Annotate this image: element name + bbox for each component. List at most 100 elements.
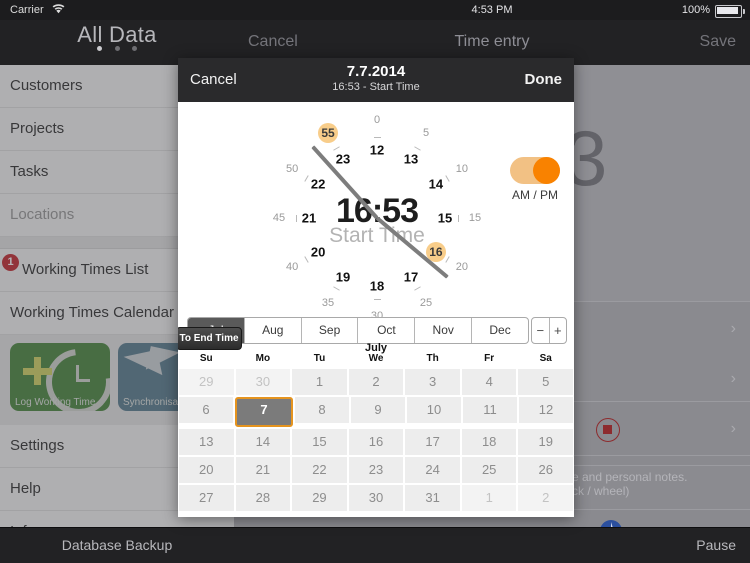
modal-subtitle: 16:53 - Start Time: [332, 81, 420, 93]
stepper-plus-button[interactable]: +: [550, 318, 567, 343]
clock-hour-14[interactable]: 14: [429, 177, 443, 192]
month-tab-sep[interactable]: Sep: [302, 318, 359, 343]
clock-minute-15[interactable]: 15: [469, 212, 481, 224]
clock-tick: [373, 137, 381, 138]
page-dot-3[interactable]: [131, 46, 137, 51]
calendar-day[interactable]: 11: [463, 397, 517, 423]
ampm-toggle-wrap: AM / PM: [510, 157, 560, 202]
wifi-icon: [52, 4, 65, 14]
calendar-day[interactable]: 4: [461, 369, 517, 395]
weekday-header-mo: Mo: [255, 353, 271, 364]
clock-hour-17[interactable]: 17: [404, 269, 418, 284]
calendar-day[interactable]: 30: [235, 369, 291, 395]
calendar-day[interactable]: 14: [235, 429, 291, 455]
calendar-day[interactable]: 12: [519, 397, 573, 423]
calendar-day[interactable]: 20: [179, 457, 234, 483]
calendar-day[interactable]: 30: [348, 485, 404, 511]
calendar-day[interactable]: 19: [518, 429, 574, 455]
calendar-day[interactable]: 17: [405, 429, 460, 455]
clock-hour-19[interactable]: 19: [336, 269, 350, 284]
page-dot-1[interactable]: [97, 46, 103, 51]
calendar-day[interactable]: 6: [179, 397, 233, 423]
database-backup-button[interactable]: Database Backup: [0, 537, 234, 553]
clock-minute-0[interactable]: 0: [374, 114, 380, 126]
stop-recording-icon[interactable]: [596, 418, 620, 442]
weekday-header-tu: Tu: [313, 353, 326, 364]
calendar-day[interactable]: 26: [518, 457, 574, 483]
calendar-week-row: 27 28 29 30 31 1 2: [178, 484, 574, 512]
clock-minute-55[interactable]: 55: [318, 123, 338, 144]
clock-face[interactable]: 16:53 Start Time 0 5 10 15 20 25 30 35 40 45 50 55 1…: [266, 106, 488, 330]
clock-tick: [304, 174, 310, 182]
calendar-day[interactable]: 24: [405, 457, 460, 483]
clock-hour-22[interactable]: 22: [311, 177, 325, 192]
clock-hour-12[interactable]: 12: [370, 143, 384, 158]
calendar-day[interactable]: 28: [235, 485, 291, 511]
calendar-day[interactable]: 15: [292, 429, 347, 455]
main-bottom-bar: Pause: [234, 527, 750, 563]
calendar-day[interactable]: 1: [461, 485, 517, 511]
year-stepper[interactable]: − +: [531, 317, 567, 344]
clock-hour-15[interactable]: 15: [438, 211, 452, 226]
calendar-day[interactable]: 18: [461, 429, 517, 455]
clock-minute-25[interactable]: 25: [420, 297, 432, 309]
to-end-time-button[interactable]: To End Time: [178, 327, 242, 350]
calendar-day[interactable]: 21: [235, 457, 291, 483]
clock-hour-20[interactable]: 20: [311, 245, 325, 260]
modal-date-title: 7.7.2014: [346, 63, 406, 80]
month-tab-oct[interactable]: Oct: [358, 318, 416, 343]
sidebar-item-label: Tasks: [10, 163, 49, 180]
page-dot-2[interactable]: [114, 46, 120, 51]
save-button[interactable]: Save: [700, 33, 736, 51]
clock-picker[interactable]: AM / PM 16:53 Start Time 0 5 10 15 20 25 30 35 4…: [178, 102, 574, 352]
calendar-day[interactable]: 2: [348, 369, 404, 395]
month-tab-aug[interactable]: Aug: [245, 318, 302, 343]
clock-minute-35[interactable]: 35: [322, 297, 334, 309]
calendar-day[interactable]: 5: [518, 369, 574, 395]
clock-hour-18[interactable]: 18: [370, 279, 384, 294]
calendar-day[interactable]: 1: [292, 369, 347, 395]
clock-minute-5[interactable]: 5: [423, 127, 429, 139]
clock-minute-20[interactable]: 20: [456, 261, 468, 273]
calendar-day[interactable]: 22: [292, 457, 347, 483]
calendar-day[interactable]: 27: [179, 485, 234, 511]
page-dots[interactable]: [0, 38, 234, 56]
sidebar-item-label: Projects: [10, 120, 65, 137]
calendar-body[interactable]: 29 30 1 2 3 4 5 6 7 8 9 10 11 12 13 14 15 16 17 18 19 20 21 22 2…: [178, 368, 574, 512]
pause-button[interactable]: Pause: [696, 537, 736, 553]
calendar-day[interactable]: 9: [351, 397, 405, 423]
calendar-day-selected[interactable]: 7: [235, 397, 293, 427]
clock-minute-40[interactable]: 40: [286, 261, 298, 273]
clock-center-label: Start Time: [329, 224, 425, 247]
sidebar-item-label: Working Times List: [22, 261, 149, 278]
calendar-day[interactable]: 29: [292, 485, 347, 511]
calendar-day[interactable]: 16: [348, 429, 404, 455]
status-clock: 4:53 PM: [471, 4, 513, 16]
sidebar-bottom-bar[interactable]: Database Backup: [0, 527, 234, 563]
time-picker-modal: Cancel 7.7.2014 16:53 - Start Time Done …: [178, 58, 574, 517]
stepper-minus-button[interactable]: −: [532, 318, 550, 343]
month-tab-dec[interactable]: Dec: [472, 318, 528, 343]
ampm-toggle[interactable]: [510, 157, 560, 184]
month-tab-nov[interactable]: Nov: [415, 318, 473, 343]
calendar-day[interactable]: 13: [179, 429, 234, 455]
clock-minute-45[interactable]: 45: [273, 212, 285, 224]
modal-done-button[interactable]: Done: [525, 71, 563, 88]
clock-minute-10[interactable]: 10: [456, 163, 468, 175]
calendar-day[interactable]: 3: [405, 369, 460, 395]
calendar-day[interactable]: 23: [348, 457, 404, 483]
calendar-day[interactable]: 10: [407, 397, 461, 423]
clock-hour-23[interactable]: 23: [336, 152, 350, 167]
tile-log-working-time[interactable]: Log Working Time: [10, 343, 110, 411]
calendar-day[interactable]: 29: [179, 369, 234, 395]
sidebar-item-label: Locations: [10, 206, 75, 223]
calendar-day[interactable]: 31: [405, 485, 460, 511]
calendar-day[interactable]: 25: [461, 457, 517, 483]
clock-hour-13[interactable]: 13: [404, 152, 418, 167]
calendar-day[interactable]: 8: [295, 397, 349, 423]
carrier-text: Carrier: [10, 4, 44, 16]
clock-minute-50[interactable]: 50: [286, 163, 298, 175]
calendar-day[interactable]: 2: [518, 485, 574, 511]
clock-hour-21[interactable]: 21: [302, 211, 316, 226]
app-root: Carrier All Data Customers Projects Task…: [0, 0, 750, 563]
